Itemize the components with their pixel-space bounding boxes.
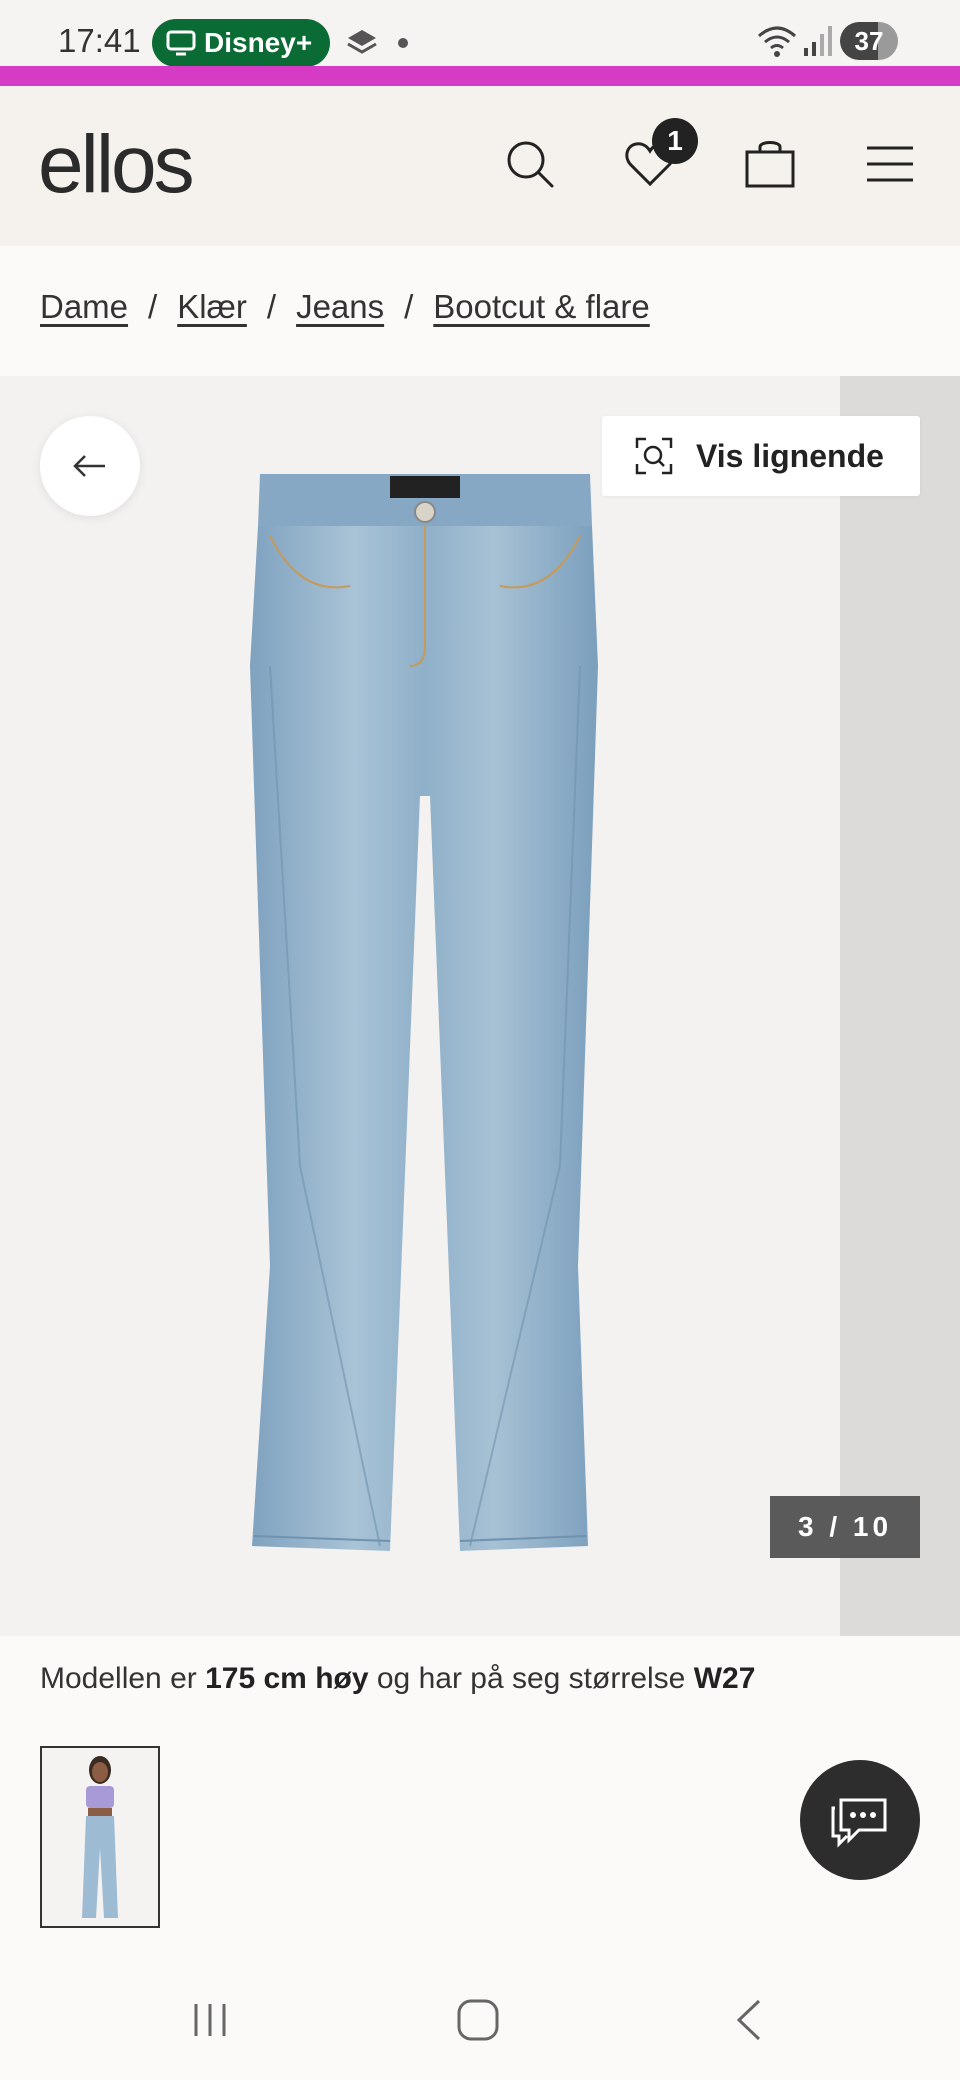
status-bar: 17:41 Disney+ 37 (0, 0, 960, 67)
model-info-prefix: Modellen er (40, 1662, 197, 1695)
breadcrumb: Dame / Klær / Jeans / Bootcut & flare (40, 288, 650, 326)
breadcrumb-bootcut-flare[interactable]: Bootcut & flare (433, 288, 649, 326)
site-header: ellos 1 (0, 86, 960, 246)
recents-button[interactable] (180, 1990, 240, 2050)
breadcrumb-separator: / (266, 288, 277, 325)
system-back-button[interactable] (718, 1990, 778, 2050)
system-nav-bar (0, 1960, 960, 2080)
home-button[interactable] (448, 1990, 508, 2050)
search-icon (507, 141, 554, 188)
screen-cast-icon (166, 30, 196, 56)
gallery-thumbnail[interactable] (40, 1746, 160, 1928)
breadcrumb-jeans[interactable]: Jeans (296, 288, 384, 326)
bag-button[interactable] (738, 132, 802, 196)
app-pill: Disney+ (152, 19, 330, 67)
breadcrumb-klaer[interactable]: Klær (177, 288, 247, 326)
promo-accent-line (0, 66, 960, 86)
signal-icon (804, 26, 832, 56)
show-similar-button[interactable]: Vis lignende (602, 416, 920, 496)
product-image-gallery[interactable]: Vis lignende 3 / 10 (0, 376, 960, 1636)
arrow-left-icon (73, 455, 105, 477)
status-time: 17:41 (58, 22, 141, 59)
model-size: W27 (693, 1662, 756, 1695)
chat-button[interactable] (800, 1760, 920, 1880)
chat-icon (831, 1798, 887, 1848)
hamburger-menu-icon (867, 146, 913, 182)
app-pill-label: Disney+ (204, 27, 313, 58)
ellos-logo[interactable]: ellos (38, 118, 195, 212)
visual-search-icon (635, 437, 673, 475)
breadcrumb-separator: / (404, 288, 414, 325)
breadcrumb-separator: / (148, 288, 158, 325)
menu-button[interactable] (858, 132, 922, 196)
back-button[interactable] (40, 416, 140, 516)
battery-level: 37 (854, 26, 884, 56)
image-counter: 3 / 10 (770, 1496, 920, 1558)
home-icon (457, 1999, 499, 2041)
wishlist-count-badge: 1 (652, 118, 698, 164)
product-image-jeans (250, 474, 598, 1551)
next-image-preview[interactable] (840, 376, 960, 1636)
model-info: Modellen er 175 cm høy og har på seg stø… (40, 1662, 755, 1696)
recents-icon (194, 2004, 226, 2036)
battery-indicator: 37 (840, 22, 898, 60)
wifi-icon (758, 26, 796, 57)
show-similar-label: Vis lignende (696, 437, 884, 474)
shopping-bag-icon (745, 141, 795, 188)
app-notification-icon (347, 30, 377, 54)
chevron-left-icon (736, 1999, 761, 2041)
notification-dot (398, 38, 408, 48)
model-height: 175 cm høy (205, 1662, 369, 1695)
search-button[interactable] (498, 132, 562, 196)
thumbnail-model-image (42, 1748, 158, 1926)
breadcrumb-dame[interactable]: Dame (40, 288, 128, 326)
model-info-middle: og har på seg størrelse (376, 1662, 686, 1695)
